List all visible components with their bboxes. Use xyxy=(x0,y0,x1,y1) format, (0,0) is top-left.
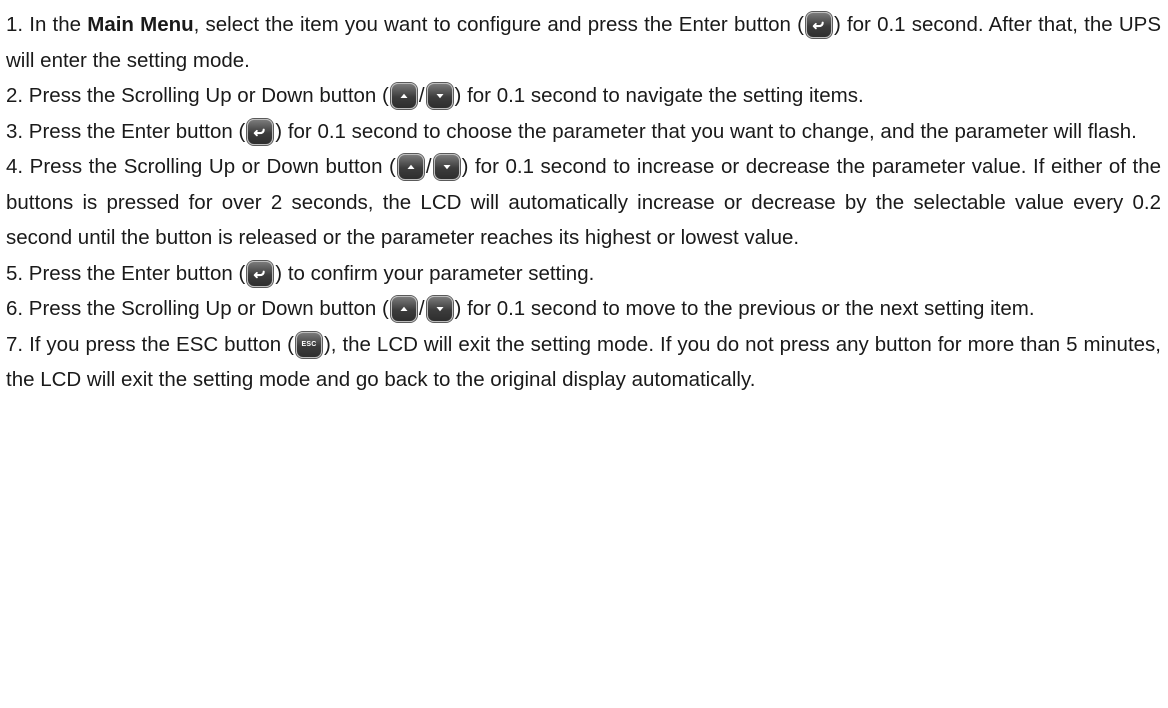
step-6: 6. Press the Scrolling Up or Down button… xyxy=(6,291,1161,327)
step-6-text-end: ) for 0.1 second to move to the previous… xyxy=(454,297,1035,320)
step-1-text: , select the item you want to configure … xyxy=(193,13,804,36)
step-5-text: 5. Press the Enter button ( xyxy=(6,261,246,285)
scroll-up-button-icon xyxy=(390,296,417,322)
button-separator: / xyxy=(418,84,425,107)
step-5: 5. Press the Enter button ( ) to confirm … xyxy=(6,256,1161,292)
step-1: 1. In the Main Menu, select the item you… xyxy=(6,7,1161,78)
step-2: 2. Press the Scrolling Up or Down button… xyxy=(6,78,1161,114)
scroll-up-button-icon xyxy=(397,154,424,180)
step-7-text: 7. If you press the ESC button ( xyxy=(6,332,294,356)
main-menu-label: Main Menu xyxy=(87,13,194,36)
step-4: 4. Press the Scrolling Up or Down button… xyxy=(6,149,1161,256)
step-1-prefix: 1. In the xyxy=(6,13,88,36)
scroll-down-button-icon xyxy=(426,296,453,322)
enter-button-icon xyxy=(247,260,274,287)
step-4-text: 4. Press the Scrolling Up or Down button… xyxy=(6,155,396,178)
esc-button-icon: ESC xyxy=(295,331,322,358)
step-3: 3. Press the Enter button ( ) for 0.1 sec… xyxy=(6,114,1161,150)
step-2-text-end: ) for 0.1 second to navigate the setting… xyxy=(454,84,864,107)
scroll-up-button-icon xyxy=(390,83,417,109)
step-3-text: 3. Press the Enter button ( xyxy=(6,119,246,143)
esc-button-label: ESC xyxy=(301,340,317,348)
instructions-document: 1. In the Main Menu, select the item you… xyxy=(6,7,1161,398)
enter-button-icon xyxy=(805,12,832,38)
step-5-text-end: ) to confirm your parameter setting. xyxy=(275,261,595,285)
step-2-text: 2. Press the Scrolling Up or Down button… xyxy=(6,84,389,107)
scroll-down-button-icon xyxy=(433,154,460,180)
step-3-text-end: ) for 0.1 second to choose the parameter… xyxy=(275,119,1137,143)
button-separator: / xyxy=(425,155,432,178)
enter-button-icon xyxy=(247,118,274,145)
scroll-down-button-icon xyxy=(426,83,453,109)
step-7: 7. If you press the ESC button (ESC), th… xyxy=(6,327,1161,398)
button-separator: / xyxy=(418,297,425,320)
step-6-text: 6. Press the Scrolling Up or Down button… xyxy=(6,297,389,320)
